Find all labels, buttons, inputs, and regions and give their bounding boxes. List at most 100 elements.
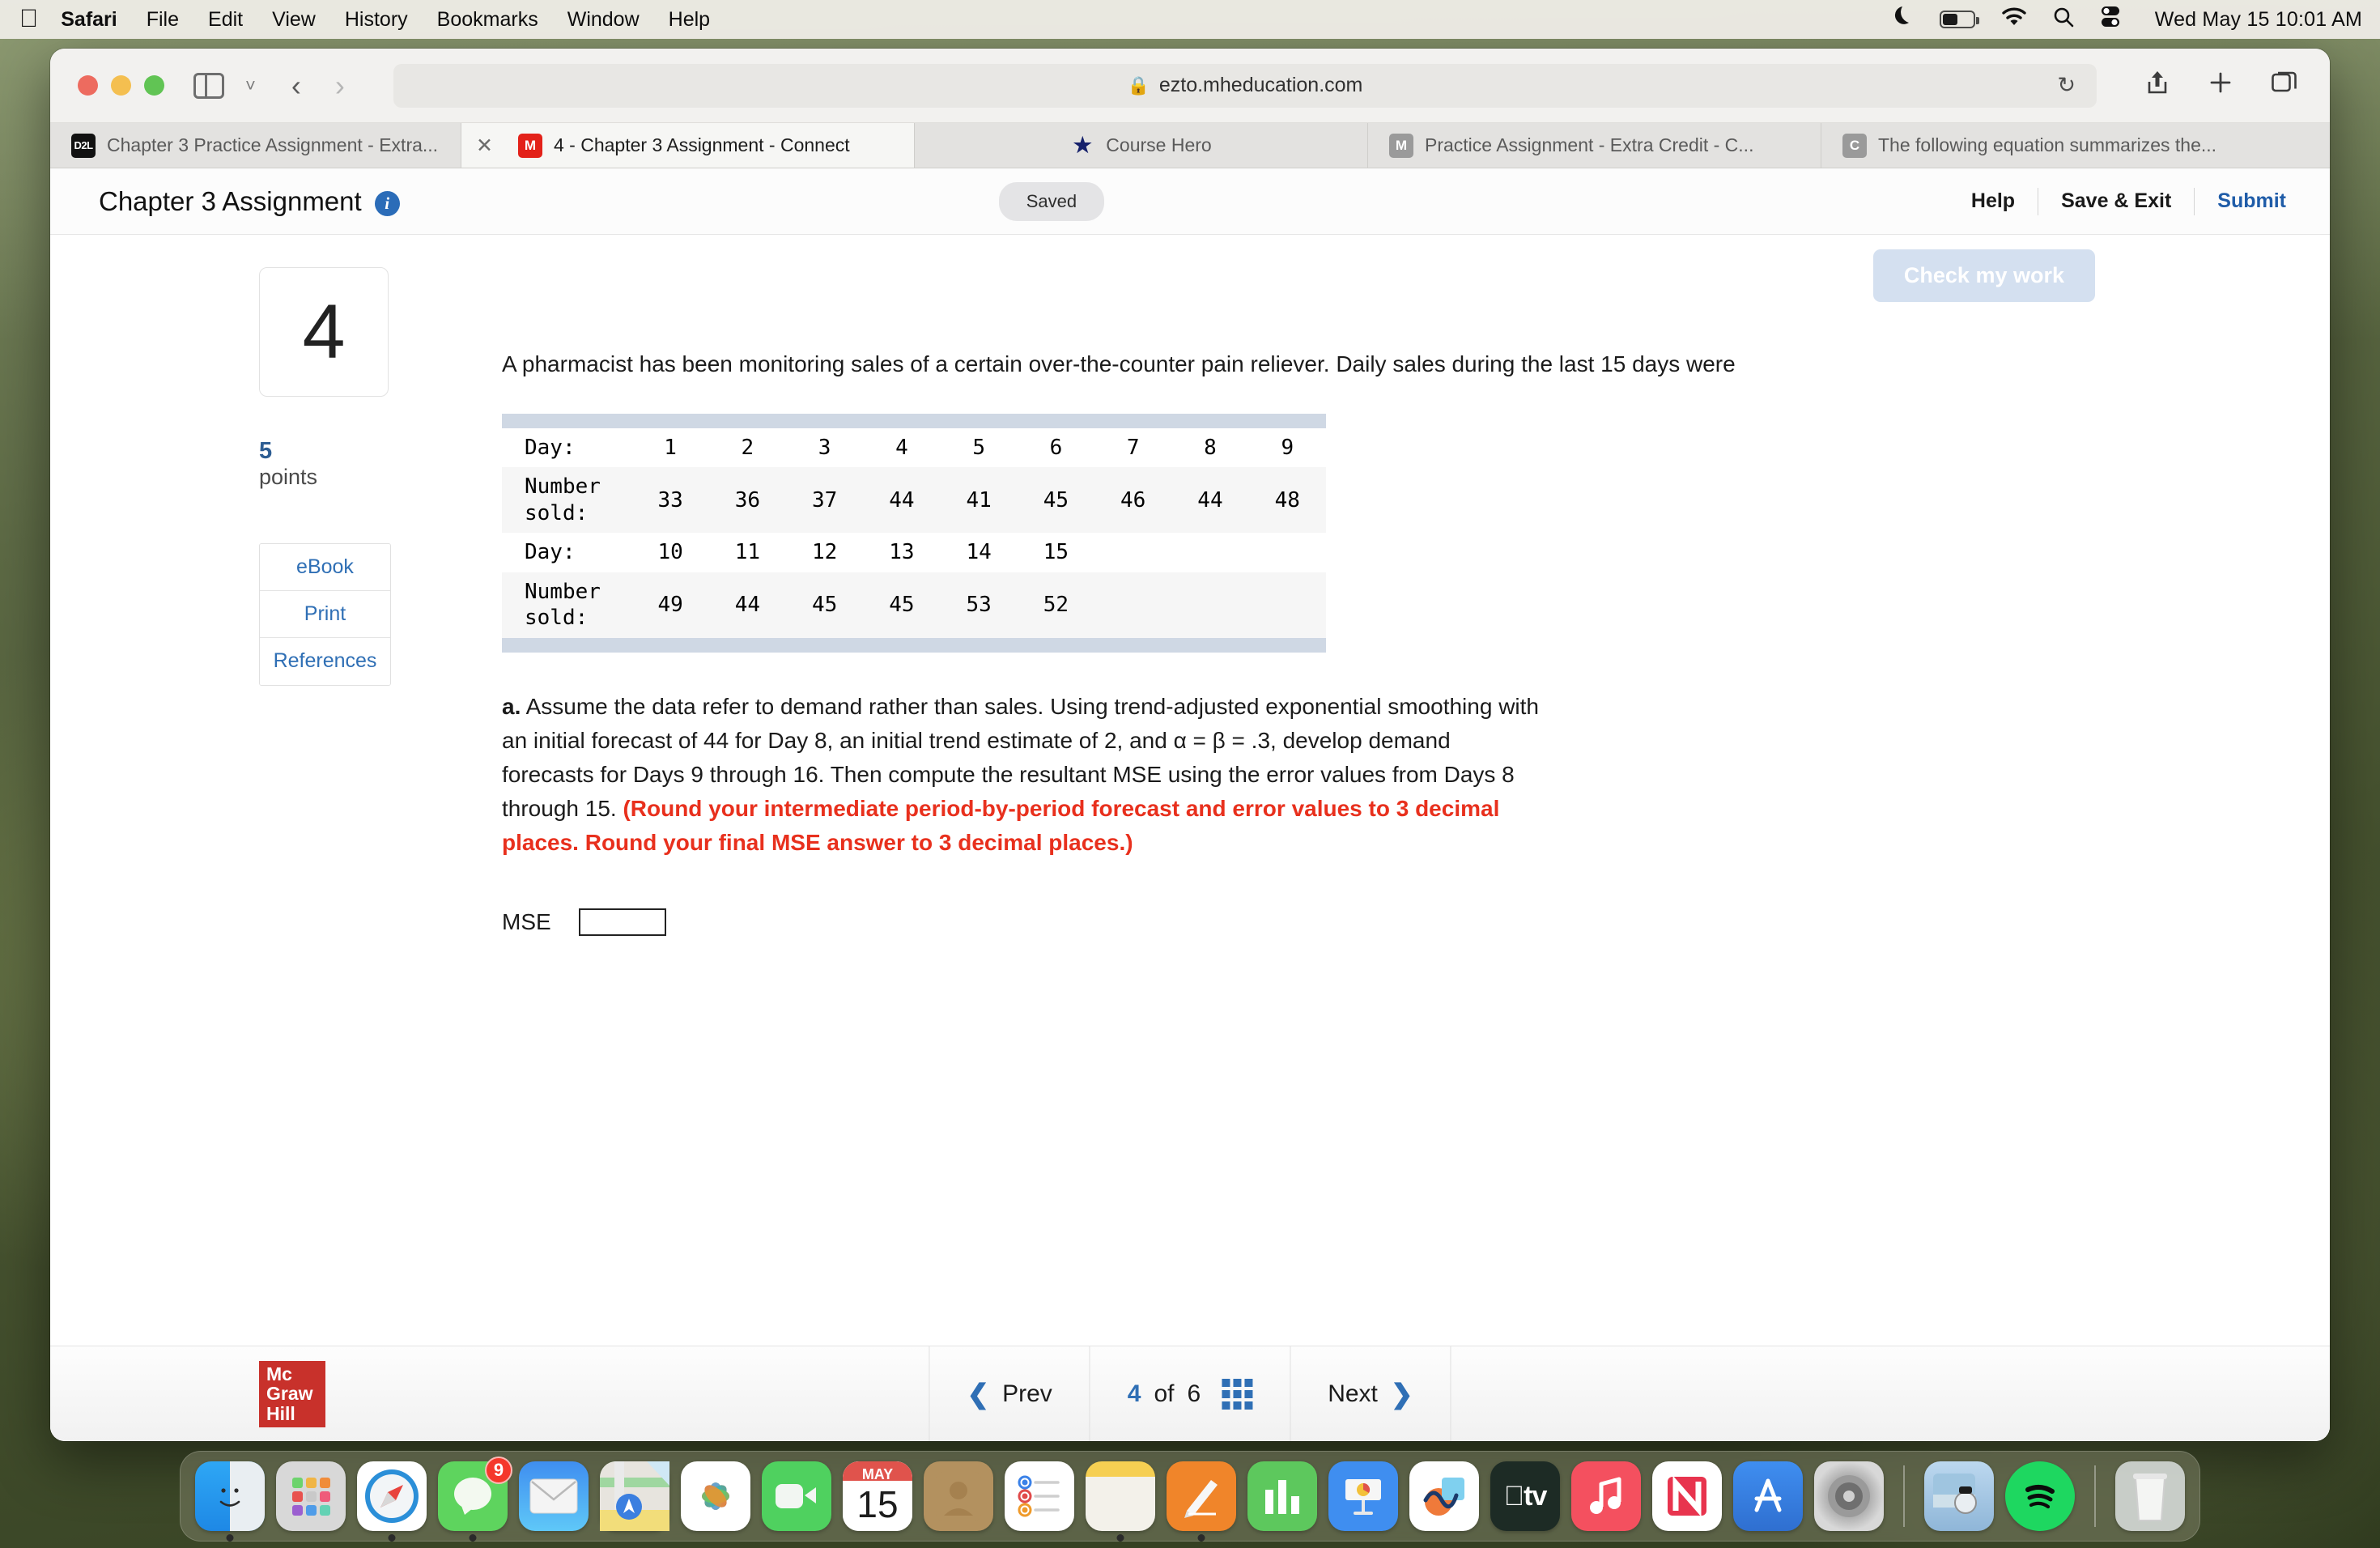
help-button[interactable]: Help — [1971, 189, 2015, 213]
question-body: 4 5 points eBook Print References Check … — [50, 235, 2330, 1346]
dock-icon-trash[interactable] — [2115, 1461, 2185, 1531]
info-icon[interactable]: i — [374, 191, 400, 216]
moon-icon[interactable] — [1893, 5, 1914, 35]
coursehero-icon: ★ — [1073, 133, 1092, 157]
dock-icon-launchpad[interactable] — [276, 1461, 346, 1531]
save-and-exit-button[interactable]: Save & Exit — [2061, 189, 2171, 213]
close-tab-icon[interactable]: ✕ — [476, 134, 493, 158]
table-cell: 10 — [657, 540, 683, 565]
share-icon[interactable] — [2145, 69, 2170, 103]
dock-icon-facetime[interactable] — [762, 1461, 831, 1531]
menu-bar-clock[interactable]: Wed May 15 10:01 AM — [2155, 8, 2362, 32]
dock-icon-safari[interactable] — [357, 1461, 427, 1542]
dock-icon-numbers[interactable] — [1247, 1461, 1317, 1531]
ebook-button[interactable]: eBook — [260, 543, 390, 591]
check-my-work-button[interactable]: Check my work — [1872, 249, 2095, 302]
address-bar[interactable]: 🔒 ezto.mheducation.com ↻ — [393, 63, 2097, 108]
menu-item-safari[interactable]: Safari — [61, 8, 117, 32]
maximize-window-button[interactable] — [144, 75, 164, 96]
table-row: Day: 10 11 12 13 14 15 — [502, 533, 1326, 572]
browser-tab-5-label: The following equation summarizes the... — [1878, 134, 2217, 155]
menu-item-help[interactable]: Help — [669, 8, 710, 32]
browser-tab-2-active[interactable]: ✕ M 4 - Chapter 3 Assignment - Connect — [461, 123, 915, 168]
table-cell: 49 — [657, 593, 683, 618]
divider — [2194, 187, 2195, 215]
menu-item-history[interactable]: History — [345, 8, 408, 32]
browser-tab-3[interactable]: ★ Course Hero — [915, 123, 1368, 168]
dock-icon-photos[interactable] — [681, 1461, 750, 1531]
mheducation-icon: M — [518, 133, 542, 158]
dock-icon-finder[interactable] — [195, 1461, 265, 1542]
dock-icon-maps[interactable] — [600, 1461, 669, 1531]
dock-icon-calendar[interactable]: MAY 15 — [843, 1461, 912, 1531]
page-indicator[interactable]: 4 of 6 — [1089, 1346, 1290, 1441]
tab-overview-icon[interactable] — [2272, 70, 2297, 101]
prev-button[interactable]: ❮ Prev — [929, 1346, 1089, 1441]
next-label: Next — [1328, 1380, 1378, 1407]
menu-item-edit[interactable]: Edit — [208, 8, 243, 32]
forward-icon[interactable]: › — [335, 69, 345, 103]
control-center-icon[interactable] — [2100, 6, 2121, 34]
dock-icon-spotify[interactable] — [2005, 1461, 2075, 1531]
table-cell: 4 — [895, 435, 908, 460]
menu-item-view[interactable]: View — [272, 8, 316, 32]
menu-item-file[interactable]: File — [147, 8, 179, 32]
dock-icon-contacts[interactable] — [924, 1461, 993, 1531]
dock-icon-preview[interactable] — [1924, 1461, 1994, 1531]
dock-icon-mail[interactable] — [519, 1461, 589, 1531]
dock-icon-freeform[interactable] — [1409, 1461, 1479, 1531]
assignment-footer: Mc Graw Hill ❮ Prev 4 of 6 Next ❯ — [50, 1346, 2330, 1441]
sidebar-toggle-icon[interactable] — [193, 72, 224, 99]
points-label: points — [259, 464, 318, 489]
minimize-window-button[interactable] — [111, 75, 131, 96]
close-window-button[interactable] — [78, 75, 98, 96]
submit-button[interactable]: Submit — [2217, 189, 2286, 213]
grid-icon[interactable] — [1222, 1378, 1253, 1410]
dock-icon-appstore[interactable] — [1733, 1461, 1803, 1531]
wifi-icon[interactable] — [2001, 6, 2027, 33]
logo-line-2: Graw — [266, 1383, 313, 1405]
running-indicator — [1116, 1534, 1124, 1542]
dock-icon-appletv[interactable]: tv — [1490, 1461, 1560, 1531]
browser-tab-5[interactable]: C The following equation summarizes the.… — [1821, 123, 2275, 168]
mse-input[interactable] — [579, 908, 666, 936]
dock-icon-pages[interactable] — [1167, 1461, 1236, 1542]
question-sidebar: 4 5 points eBook Print References — [50, 267, 502, 1346]
table-cell: 5 — [972, 435, 985, 460]
chevron-down-icon[interactable]: ˅ — [245, 75, 256, 96]
running-indicator — [226, 1534, 234, 1542]
search-icon[interactable] — [2053, 6, 2074, 33]
apple-logo-icon[interactable]:  — [19, 6, 38, 31]
browser-tab-1-label: Chapter 3 Practice Assignment - Extra... — [107, 134, 439, 155]
print-button[interactable]: Print — [260, 590, 390, 638]
answer-label: MSE — [502, 908, 551, 934]
dock-icon-reminders[interactable] — [1005, 1461, 1074, 1531]
dock-icon-system-settings[interactable] — [1814, 1461, 1884, 1531]
menu-item-bookmarks[interactable]: Bookmarks — [437, 8, 538, 32]
d2l-icon: D2L — [71, 133, 96, 158]
part-a-text: a. Assume the data refer to demand rathe… — [502, 690, 1546, 860]
battery-icon[interactable] — [1939, 11, 1979, 28]
back-icon[interactable]: ‹ — [291, 69, 301, 103]
prev-label: Prev — [1002, 1380, 1052, 1407]
new-tab-icon[interactable] — [2208, 70, 2233, 101]
table-cell: 15 — [1043, 540, 1069, 565]
references-button[interactable]: References — [260, 637, 390, 685]
dock-icon-messages[interactable]: 9 — [438, 1457, 512, 1542]
dock-icon-keynote[interactable] — [1328, 1461, 1398, 1531]
table-cell: 2 — [741, 435, 754, 460]
window-controls — [78, 75, 164, 96]
points-value: 5 — [259, 438, 273, 464]
table-cell: 46 — [1120, 487, 1146, 512]
browser-tab-1[interactable]: D2L Chapter 3 Practice Assignment - Extr… — [50, 123, 461, 168]
dock-icon-notes[interactable] — [1086, 1461, 1155, 1542]
browser-tab-4[interactable]: M Practice Assignment - Extra Credit - C… — [1368, 123, 1821, 168]
browser-tab-3-label: Course Hero — [1106, 134, 1212, 155]
dock-icon-music[interactable] — [1571, 1461, 1641, 1531]
menu-item-window[interactable]: Window — [567, 8, 640, 32]
pagination: ❮ Prev 4 of 6 Next ❯ — [929, 1346, 1451, 1441]
dock-icon-news[interactable] — [1652, 1461, 1722, 1531]
macos-dock: 9 MAY 15 tv — [180, 1451, 2200, 1542]
reload-icon[interactable]: ↻ — [2057, 73, 2076, 98]
next-button[interactable]: Next ❯ — [1290, 1346, 1451, 1441]
